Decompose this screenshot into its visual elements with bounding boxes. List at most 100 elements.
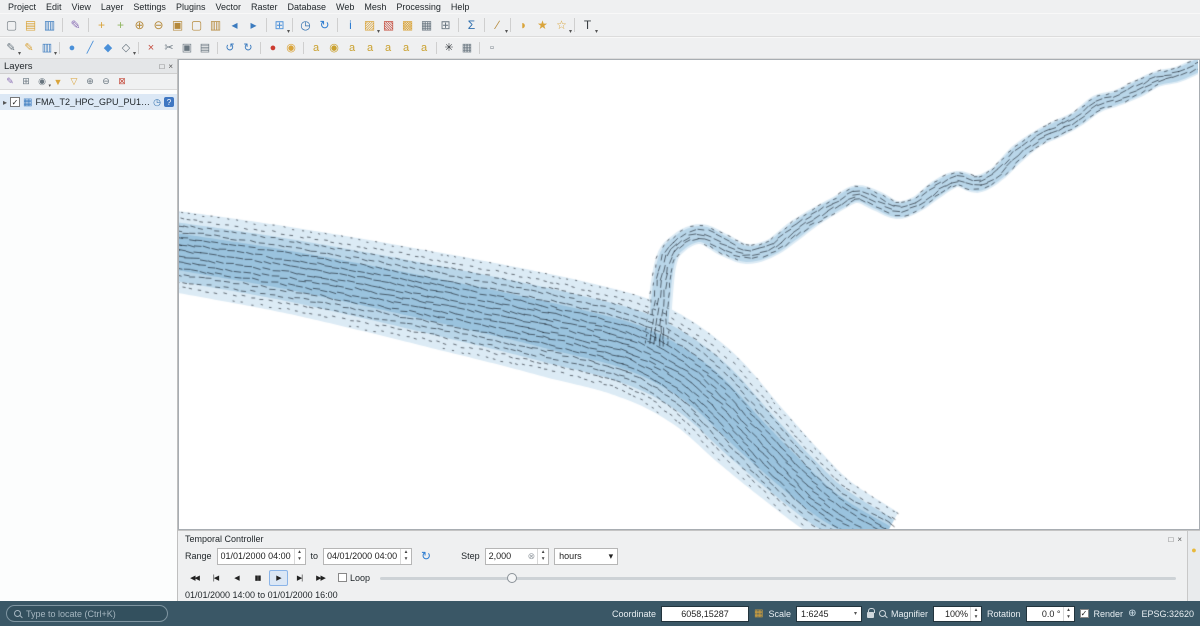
rotate-label-icon[interactable]: a: [397, 39, 415, 57]
style-manager-icon[interactable]: ✎: [66, 16, 85, 35]
loop-checkbox[interactable]: [338, 573, 347, 582]
layer-item[interactable]: ▸ ✓ ▦ FMA_T2_HPC_GPU_PU1_10 ◷ ?: [0, 94, 177, 110]
cut-features-icon[interactable]: ✂: [160, 39, 178, 57]
mesh-calculator-icon[interactable]: ▦: [458, 39, 476, 57]
time-slider-handle[interactable]: [507, 573, 517, 583]
new-project-icon[interactable]: ▢: [2, 16, 21, 35]
layer-help-badge[interactable]: ?: [164, 97, 174, 107]
menu-web[interactable]: Web: [331, 2, 359, 12]
range-end-spinbox[interactable]: ▴▾: [323, 548, 412, 565]
range-end-input[interactable]: [324, 551, 400, 561]
menu-project[interactable]: Project: [3, 2, 41, 12]
range-start-input[interactable]: [218, 551, 294, 561]
step-back-button[interactable]: ◀: [227, 570, 246, 586]
temporal-controller-icon[interactable]: ◷: [296, 16, 315, 35]
measure-icon[interactable]: ∕▾: [488, 16, 507, 35]
identify-features-icon[interactable]: i: [341, 16, 360, 35]
panel-float-icon[interactable]: □: [1168, 535, 1173, 544]
menu-database[interactable]: Database: [283, 2, 332, 12]
remove-layer-icon[interactable]: ⊠: [115, 75, 129, 89]
panel-float-icon[interactable]: □: [159, 62, 164, 71]
menu-edit[interactable]: Edit: [41, 2, 67, 12]
scale-combo[interactable]: 1:6245 ▾: [796, 606, 862, 622]
add-point-icon[interactable]: ●: [63, 39, 81, 57]
menu-view[interactable]: View: [67, 2, 96, 12]
rewind-button[interactable]: ◀◀: [185, 570, 204, 586]
map-canvas[interactable]: [179, 60, 1198, 530]
clear-icon[interactable]: ⊗: [528, 551, 538, 562]
zoom-last-icon[interactable]: ◂: [225, 16, 244, 35]
pin-labels-icon[interactable]: a: [343, 39, 361, 57]
delete-selected-icon[interactable]: ×: [142, 39, 160, 57]
step-forward-button[interactable]: ▶|: [290, 570, 309, 586]
crs-globe-icon[interactable]: ⊕: [1128, 608, 1136, 619]
statistics-icon[interactable]: Σ: [462, 16, 481, 35]
menu-processing[interactable]: Processing: [391, 2, 446, 12]
change-label-icon[interactable]: a: [415, 39, 433, 57]
expand-chevron-icon[interactable]: ▸: [3, 98, 7, 107]
show-bookmarks-icon[interactable]: ☆▾: [552, 16, 571, 35]
text-annotation-icon[interactable]: T▾: [578, 16, 597, 35]
rotation-input[interactable]: [1027, 609, 1063, 619]
select-features-icon[interactable]: ▨▾: [360, 16, 379, 35]
panel-close-icon[interactable]: ×: [1177, 535, 1182, 544]
extents-icon[interactable]: ▦: [754, 608, 763, 619]
loop-toggle[interactable]: Loop: [338, 573, 370, 583]
expand-all-icon[interactable]: ⊕: [83, 75, 97, 89]
pause-button[interactable]: ▮▮: [248, 570, 267, 586]
map-tips-icon[interactable]: ◗: [514, 16, 533, 35]
rotation-spinbox[interactable]: ▴▾: [1026, 606, 1075, 622]
time-slider-track[interactable]: [380, 577, 1176, 580]
dock-tab-icon[interactable]: ●: [1191, 545, 1196, 555]
log-messages-icon[interactable]: ●: [264, 39, 282, 57]
menu-layer[interactable]: Layer: [96, 2, 129, 12]
add-group-icon[interactable]: ⊞: [19, 75, 33, 89]
menu-vector[interactable]: Vector: [210, 2, 246, 12]
add-line-icon[interactable]: ╱: [81, 39, 99, 57]
menu-settings[interactable]: Settings: [128, 2, 171, 12]
filter-by-expression-icon[interactable]: ▽: [67, 75, 81, 89]
processing-toolbox-icon[interactable]: ✳: [440, 39, 458, 57]
zoom-to-selection-icon[interactable]: ▢: [187, 16, 206, 35]
new-bookmark-icon[interactable]: ★: [533, 16, 552, 35]
spinner-arrows[interactable]: ▴▾: [970, 607, 981, 621]
refresh-range-icon[interactable]: ↻: [421, 549, 431, 563]
zoom-out-icon[interactable]: ⊖: [149, 16, 168, 35]
paste-features-icon[interactable]: ▤: [196, 39, 214, 57]
range-start-spinbox[interactable]: ▴▾: [217, 548, 306, 565]
new-map-view-icon[interactable]: ⊞▾: [270, 16, 289, 35]
open-project-icon[interactable]: ▤: [21, 16, 40, 35]
menu-raster[interactable]: Raster: [246, 2, 283, 12]
refresh-map-icon[interactable]: ↻: [315, 16, 334, 35]
highlight-pinned-labels-icon[interactable]: a: [361, 39, 379, 57]
layer-diagram-icon[interactable]: ◉: [325, 39, 343, 57]
select-by-expression-icon[interactable]: ▩: [398, 16, 417, 35]
crs-label[interactable]: EPSG:32620: [1141, 609, 1194, 619]
coordinate-input[interactable]: [661, 606, 749, 622]
step-unit-combo[interactable]: hours ▾: [554, 548, 618, 565]
zoom-next-icon[interactable]: ▸: [244, 16, 263, 35]
render-checkbox[interactable]: ✓: [1080, 609, 1089, 618]
collapse-all-icon[interactable]: ⊖: [99, 75, 113, 89]
open-layer-styling-icon[interactable]: ✎: [3, 75, 17, 89]
menu-mesh[interactable]: Mesh: [359, 2, 391, 12]
spinner-arrows[interactable]: ▴▾: [294, 549, 305, 564]
save-project-icon[interactable]: ▥: [40, 16, 59, 35]
layer-checkbox[interactable]: ✓: [10, 97, 20, 107]
undo-icon[interactable]: ↺: [221, 39, 239, 57]
skip-to-start-button[interactable]: |◀: [206, 570, 225, 586]
pan-map-icon[interactable]: +: [92, 16, 111, 35]
map-canvas-area[interactable]: [178, 59, 1200, 530]
zoom-to-layer-icon[interactable]: ▥: [206, 16, 225, 35]
spinner-arrows[interactable]: ▴▾: [400, 549, 411, 564]
pan-to-selection-icon[interactable]: +: [111, 16, 130, 35]
deselect-features-icon[interactable]: ▧: [379, 16, 398, 35]
vertex-tool-icon[interactable]: ◇▾: [117, 39, 135, 57]
copy-features-icon[interactable]: ▣: [178, 39, 196, 57]
step-input[interactable]: [486, 551, 528, 561]
panel-close-icon[interactable]: ×: [168, 62, 173, 71]
save-edits-icon[interactable]: ▥▾: [38, 39, 56, 57]
help-icon[interactable]: ▫: [483, 39, 501, 57]
locate-box[interactable]: [6, 605, 168, 622]
play-button[interactable]: ▶: [269, 570, 288, 586]
